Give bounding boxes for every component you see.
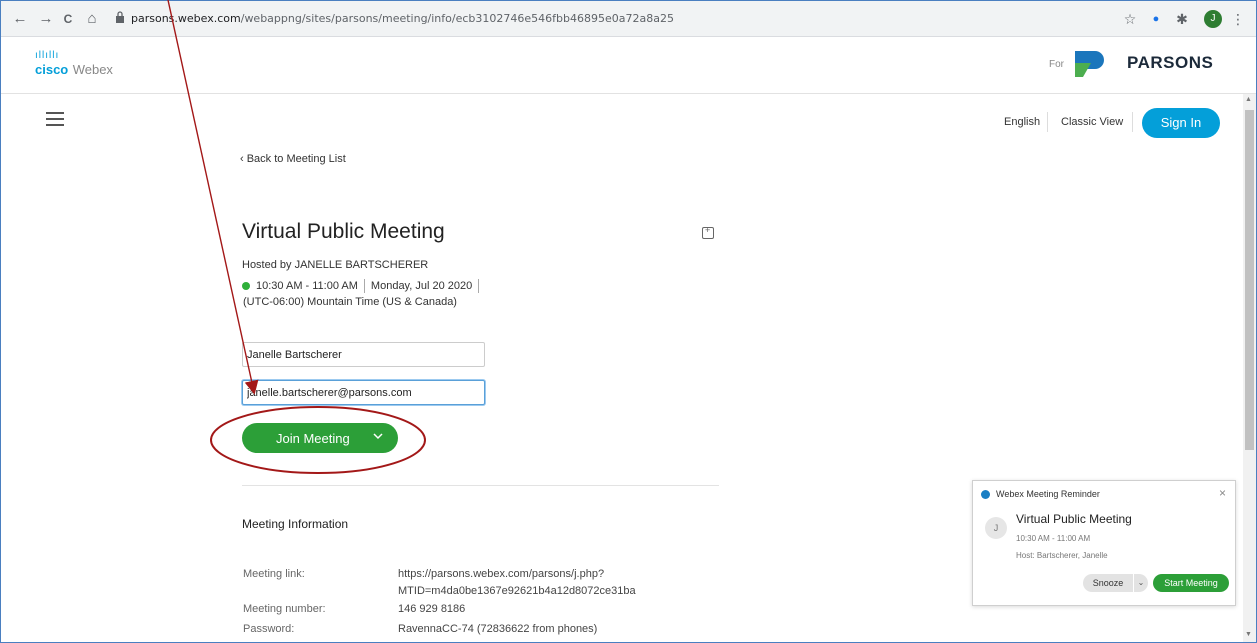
time-range: 10:30 AM - 11:00 AM	[256, 279, 358, 292]
url-text: parsons.webex.com/webappng/sites/parsons…	[131, 12, 674, 25]
site-header: ıllıllı cisco Webex For PARSONS	[1, 37, 1256, 94]
classic-view-link[interactable]: Classic View	[1061, 116, 1123, 128]
parsons-logo-icon	[1075, 51, 1104, 77]
timezone: (UTC-06:00) Mountain Time (US & Canada)	[243, 296, 457, 308]
sign-in-button[interactable]: Sign In	[1142, 108, 1220, 138]
cisco-webex-logo[interactable]: ıllıllı cisco Webex	[35, 51, 113, 79]
scroll-up-icon[interactable]: ▲	[1245, 96, 1252, 103]
reminder-title: Virtual Public Meeting	[1016, 512, 1132, 526]
cisco-label: cisco	[35, 62, 69, 77]
divider	[1132, 112, 1133, 132]
parsons-wordmark: PARSONS	[1127, 53, 1214, 72]
for-label: For	[1049, 59, 1064, 70]
name-input[interactable]	[242, 342, 485, 367]
close-icon[interactable]: ×	[1219, 486, 1226, 500]
profile-avatar[interactable]: J	[1204, 10, 1222, 28]
extension-icon[interactable]: ●	[1147, 10, 1165, 28]
meeting-reminder-popup: Webex Meeting Reminder × J Virtual Publi…	[972, 480, 1236, 606]
start-meeting-button[interactable]: Start Meeting	[1153, 574, 1229, 592]
browser-menu-icon[interactable]: ⋮	[1229, 10, 1247, 28]
back-arrow-icon[interactable]: ←	[11, 10, 29, 28]
lock-icon	[116, 11, 124, 23]
snooze-chevron-icon[interactable]: ⌄	[1134, 574, 1148, 592]
meeting-time-row: 10:30 AM - 11:00 AM Monday, Jul 20 2020	[242, 279, 485, 293]
meeting-number-label: Meeting number:	[243, 603, 326, 615]
meeting-title: Virtual Public Meeting	[242, 220, 445, 243]
join-meeting-button[interactable]: Join Meeting	[242, 423, 398, 453]
email-input[interactable]	[242, 380, 485, 405]
status-dot-icon	[242, 282, 250, 290]
reload-icon[interactable]: C	[59, 10, 77, 28]
url-path: /webappng/sites/parsons/meeting/info/ecb…	[240, 12, 674, 25]
meeting-link-value[interactable]: https://parsons.webex.com/parsons/j.php?…	[398, 566, 636, 600]
reminder-header: Webex Meeting Reminder	[996, 489, 1100, 499]
address-bar[interactable]: parsons.webex.com/webappng/sites/parsons…	[109, 7, 1109, 31]
divider	[242, 485, 719, 486]
meeting-link-line2: MTID=m4da0be1367e92621b4a12d8072ce31ba	[398, 585, 636, 597]
add-to-calendar-icon[interactable]	[702, 225, 714, 239]
webex-icon	[981, 490, 990, 499]
divider	[478, 279, 480, 293]
avatar: J	[985, 517, 1007, 539]
divider	[363, 279, 365, 293]
hamburger-menu-icon[interactable]	[46, 112, 64, 126]
chevron-down-icon[interactable]	[372, 430, 384, 442]
join-meeting-label: Join Meeting	[276, 431, 350, 446]
cisco-bars-icon: ıllıllı	[35, 50, 60, 61]
extensions-puzzle-icon[interactable]: ✱	[1173, 10, 1191, 28]
forward-arrow-icon[interactable]: →	[37, 10, 55, 28]
meeting-information-heading: Meeting Information	[242, 517, 349, 531]
password-label: Password:	[243, 623, 295, 635]
url-host: parsons.webex.com	[131, 12, 241, 25]
meeting-date: Monday, Jul 20 2020	[370, 279, 473, 292]
browser-toolbar: ← → C ⌂ parsons.webex.com/webappng/sites…	[1, 1, 1256, 37]
reminder-host: Host: Bartscherer, Janelle	[1016, 551, 1108, 560]
bookmark-star-icon[interactable]: ☆	[1121, 10, 1139, 28]
scrollbar-thumb[interactable]	[1245, 110, 1254, 450]
divider	[1047, 112, 1048, 132]
meeting-number-value: 146 929 8186	[398, 603, 466, 615]
back-to-meeting-list-link[interactable]: ‹ Back to Meeting List	[240, 153, 346, 165]
reminder-time: 10:30 AM - 11:00 AM	[1016, 534, 1091, 543]
hosted-by: Hosted by JANELLE BARTSCHERER	[242, 259, 429, 271]
webex-label: Webex	[72, 62, 113, 77]
password-value: RavennaCC-74 (72836622 from phones)	[398, 623, 598, 635]
meeting-link-line1: https://parsons.webex.com/parsons/j.php?	[398, 568, 605, 580]
snooze-button[interactable]: Snooze	[1083, 574, 1133, 592]
scroll-down-icon[interactable]: ▼	[1245, 631, 1252, 638]
language-link[interactable]: English	[1004, 116, 1040, 128]
home-icon[interactable]: ⌂	[83, 10, 101, 28]
meeting-link-label: Meeting link:	[243, 568, 305, 580]
